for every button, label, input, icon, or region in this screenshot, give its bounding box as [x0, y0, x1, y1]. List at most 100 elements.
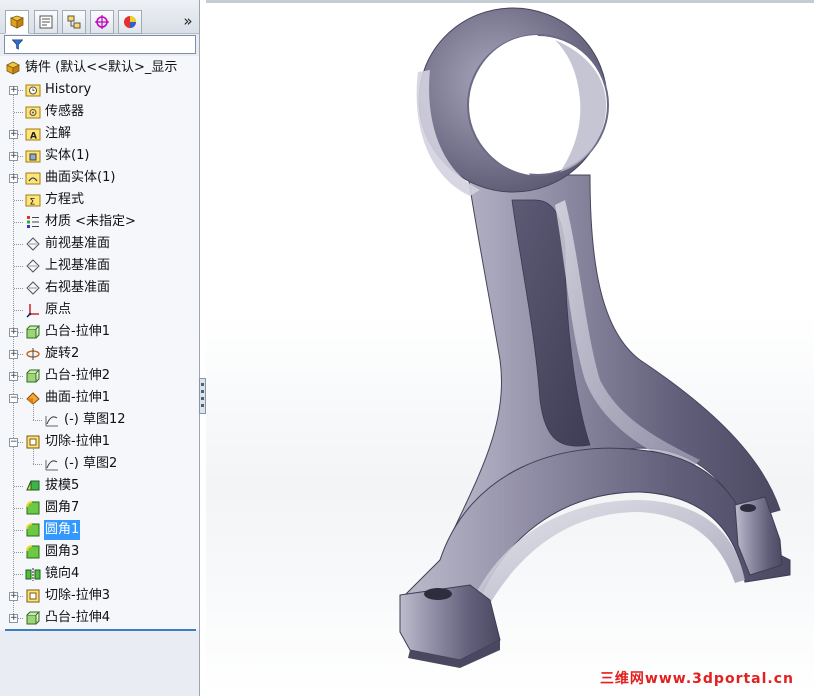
- propertymanager-tab[interactable]: [34, 10, 58, 34]
- cut-extrude-icon: [25, 588, 41, 604]
- tree-connector-line: [14, 574, 23, 575]
- tree-item-solid-bodies[interactable]: + 实体(1): [0, 145, 199, 167]
- graphics-viewport[interactable]: 三维网www.3dportal.cn: [206, 0, 814, 696]
- tree-item-label: 方程式: [45, 192, 85, 207]
- expand-icon[interactable]: +: [9, 174, 18, 183]
- expand-icon[interactable]: +: [9, 372, 18, 381]
- revolve-icon: [25, 346, 41, 362]
- boss-extrude-icon: [25, 324, 41, 340]
- tree-item-label: 传感器: [45, 104, 85, 119]
- rollback-bar[interactable]: [5, 629, 196, 631]
- tree-item-cut-extrude3[interactable]: + 切除-拉伸3: [0, 585, 199, 607]
- dimxpert-icon: [95, 15, 109, 29]
- tree-item-fillet7[interactable]: 圆角7: [0, 497, 199, 519]
- tree-child-line: [33, 405, 34, 420]
- expand-icon[interactable]: +: [9, 592, 18, 601]
- tree-item-label: 原点: [45, 302, 72, 317]
- tree-item-front-plane[interactable]: 前视基准面: [0, 233, 199, 255]
- tree-item-sketch2[interactable]: (-) 草图2: [0, 449, 199, 475]
- tree-item-mirror4[interactable]: 镜向4: [0, 563, 199, 585]
- connecting-rod-model[interactable]: [206, 0, 814, 696]
- tree-item-label: 材质 <未指定>: [45, 214, 136, 229]
- boss-extrude-icon: [25, 368, 41, 384]
- tree-item-fillet3[interactable]: 圆角3: [0, 541, 199, 563]
- panel-splitter-handle[interactable]: [199, 378, 206, 414]
- expand-icon[interactable]: +: [9, 130, 18, 139]
- tree-connector-line: [14, 552, 23, 553]
- surface-bodies-folder-icon: [25, 170, 41, 186]
- configurationmanager-tab[interactable]: [62, 10, 86, 34]
- plane-icon: [25, 258, 41, 274]
- tree-connector-line: [14, 288, 23, 289]
- expand-icon[interactable]: +: [9, 614, 18, 623]
- draft-icon: [25, 478, 41, 494]
- tree-item-label: 右视基准面: [45, 280, 111, 295]
- tree-item-label: 注解: [45, 126, 72, 141]
- fillet-icon: [25, 522, 41, 538]
- tree-item-label: 凸台-拉伸4: [45, 610, 110, 625]
- tree-item-label: 切除-拉伸1: [45, 434, 110, 449]
- tree-child-line: [33, 449, 34, 464]
- expand-icon[interactable]: +: [9, 152, 18, 161]
- plane-icon: [25, 280, 41, 296]
- propertymanager-icon: [39, 15, 53, 29]
- mirror-icon: [25, 566, 41, 582]
- tree-item-boss-extrude4[interactable]: + 凸台-拉伸4: [0, 607, 199, 629]
- tree-item-sketch12[interactable]: (-) 草图12: [0, 405, 199, 431]
- tree-item-history[interactable]: + History: [0, 79, 199, 101]
- tree-item-label: 圆角1: [44, 520, 81, 540]
- boss-extrude-icon: [25, 610, 41, 626]
- configurationmanager-icon: [67, 15, 81, 29]
- tree-item-fillet1[interactable]: 圆角1: [0, 519, 199, 541]
- tree-item-boss-extrude2[interactable]: + 凸台-拉伸2: [0, 365, 199, 387]
- feature-manager-panel: » 铸件 (默认<<默认>_显示 + History 传感器 + A 注解 + 实体(1) + 曲面…: [0, 0, 200, 696]
- svg-text:A: A: [30, 132, 37, 142]
- tree-connector-line: [33, 464, 42, 465]
- expand-icon[interactable]: +: [9, 350, 18, 359]
- more-tabs-chevron[interactable]: »: [180, 11, 196, 31]
- tree-item-origin[interactable]: 原点: [0, 299, 199, 321]
- fillet-icon: [25, 544, 41, 560]
- featuremanager-icon: [9, 15, 25, 29]
- tree-item-top-plane[interactable]: 上视基准面: [0, 255, 199, 277]
- tree-item-material[interactable]: 材质 <未指定>: [0, 211, 199, 233]
- collapse-icon[interactable]: −: [9, 438, 18, 447]
- tree-filter-input[interactable]: [4, 35, 196, 54]
- tree-item-revolve2[interactable]: + 旋转2: [0, 343, 199, 365]
- equations-folder-icon: Σ: [25, 192, 41, 208]
- svg-text:Σ: Σ: [30, 198, 36, 208]
- tree-item-label: 圆角7: [45, 500, 80, 515]
- tree-item-equations[interactable]: Σ 方程式: [0, 189, 199, 211]
- dimxpert-tab[interactable]: [90, 10, 114, 34]
- tree-item-sensors[interactable]: 传感器: [0, 101, 199, 123]
- tree-item-boss-extrude1[interactable]: + 凸台-拉伸1: [0, 321, 199, 343]
- collapse-icon[interactable]: −: [9, 394, 18, 403]
- tree-connector-line: [14, 266, 23, 267]
- tree-item-draft5[interactable]: 拔模5: [0, 475, 199, 497]
- tree-item-cut-extrude1[interactable]: − 切除-拉伸1: [0, 431, 199, 453]
- filter-icon: [12, 39, 23, 50]
- material-icon: [25, 214, 41, 230]
- tree-item-right-plane[interactable]: 右视基准面: [0, 277, 199, 299]
- tree-item-surface-bodies[interactable]: + 曲面实体(1): [0, 167, 199, 189]
- display-manager-tab[interactable]: [118, 10, 142, 34]
- featuremanager-tab[interactable]: [5, 10, 29, 34]
- tree-item-label: 圆角3: [45, 544, 80, 559]
- sketch-icon: [44, 412, 60, 428]
- expand-icon[interactable]: +: [9, 328, 18, 337]
- panel-tab-bar: »: [0, 0, 199, 34]
- expand-icon[interactable]: +: [9, 86, 18, 95]
- tree-item-label: 曲面实体(1): [45, 170, 116, 185]
- tree-connector-line: [14, 244, 23, 245]
- tree-item-label: 凸台-拉伸2: [45, 368, 110, 383]
- display-manager-icon: [124, 16, 136, 28]
- tree-item-label: 镜向4: [45, 566, 80, 581]
- fillet-icon: [25, 500, 41, 516]
- tree-item-surface-extrude1[interactable]: − 曲面-拉伸1: [0, 387, 199, 409]
- tree-item-annotations[interactable]: + A 注解: [0, 123, 199, 145]
- tree-root-part[interactable]: 铸件 (默认<<默认>_显示: [0, 57, 199, 79]
- tree-item-label: 曲面-拉伸1: [45, 390, 110, 405]
- origin-icon: [25, 302, 41, 318]
- tree-item-label: (-) 草图12: [64, 412, 126, 427]
- tree-connector-line: [14, 508, 23, 509]
